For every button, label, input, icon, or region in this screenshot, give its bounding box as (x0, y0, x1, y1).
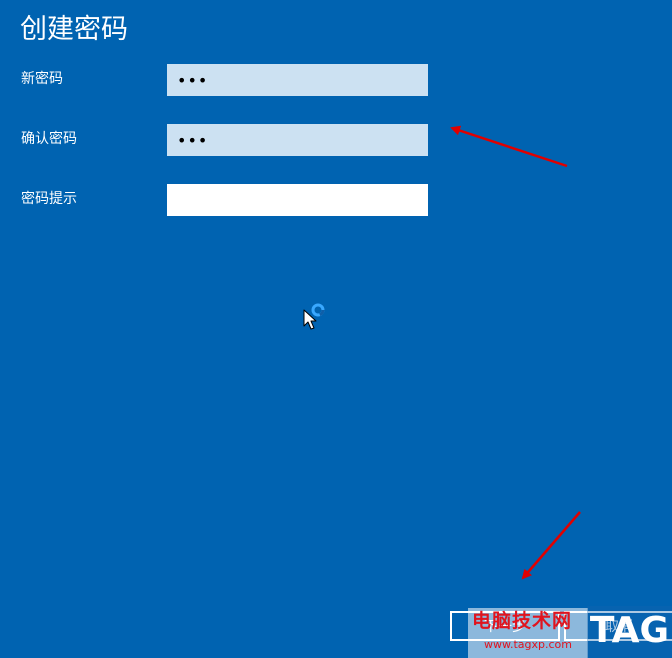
new-password-field[interactable] (167, 64, 428, 96)
password-hint-label: 密码提示 (21, 191, 77, 207)
confirm-password-label: 确认密码 (21, 131, 77, 147)
page-title: 创建密码 (20, 14, 128, 45)
red-arrow-icon (450, 125, 568, 168)
mouse-pointer-icon (303, 309, 317, 330)
password-hint-field[interactable] (167, 184, 428, 216)
red-arrow-icon (521, 511, 581, 580)
confirm-password-field[interactable] (167, 124, 428, 156)
annotation-arrows (450, 125, 581, 580)
new-password-label: 新密码 (21, 71, 63, 87)
watermark-text: 电脑技术网 (472, 610, 573, 632)
watermark-logo: TAG (587, 606, 672, 658)
watermark-url: www.tagxp.com (484, 638, 572, 651)
